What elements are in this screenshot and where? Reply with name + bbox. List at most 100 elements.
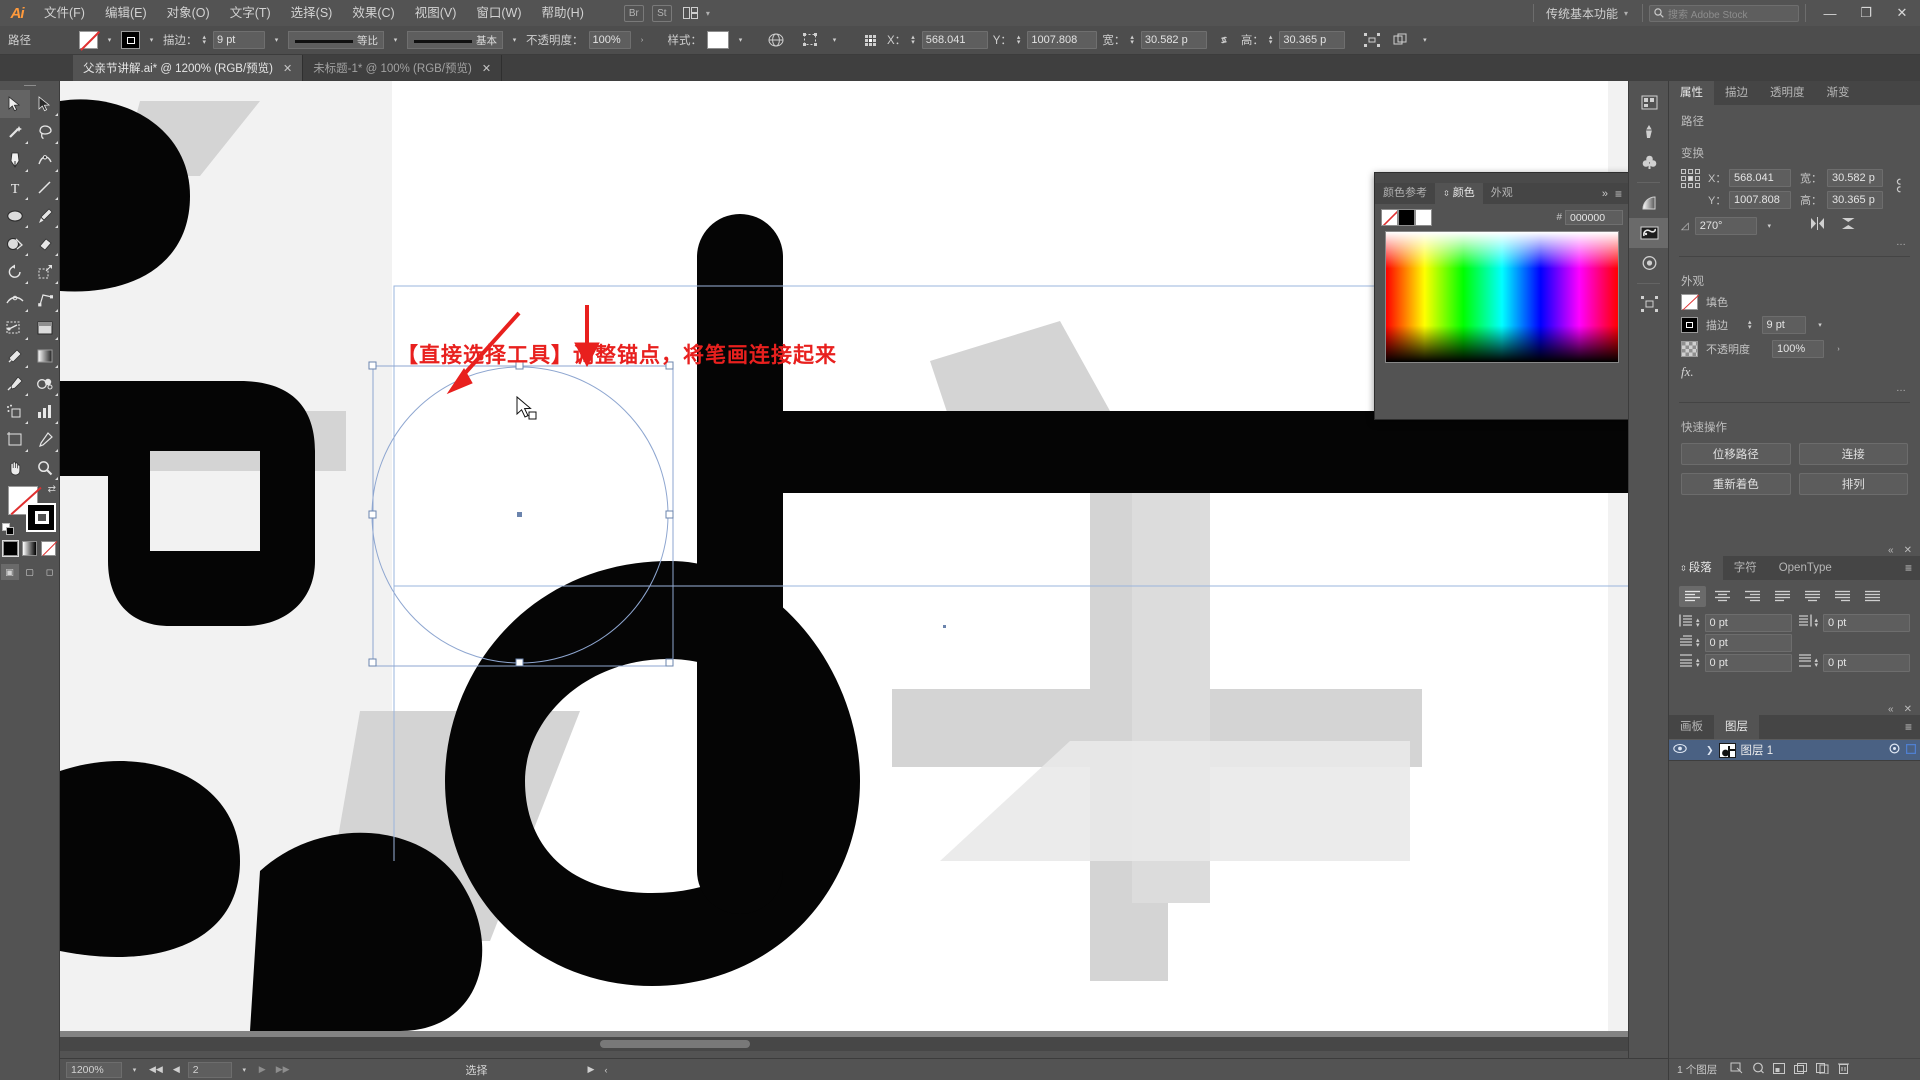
brushes-icon[interactable] bbox=[1629, 117, 1669, 147]
layers-collapse-icon[interactable]: « bbox=[1888, 704, 1894, 715]
canvas-horizontal-scrollbar[interactable] bbox=[60, 1037, 1654, 1051]
color-panel-expand-icon[interactable]: » bbox=[1602, 188, 1608, 200]
color-guide-icon[interactable] bbox=[1629, 248, 1669, 278]
stroke-color-swatch[interactable] bbox=[26, 503, 56, 532]
transform-more-options[interactable]: … bbox=[1669, 237, 1920, 248]
first-artboard-button[interactable]: ◀◀ bbox=[147, 1064, 165, 1075]
paragraph-collapse-icon[interactable]: « bbox=[1888, 545, 1894, 556]
layers-panel-menu-icon[interactable]: ≡ bbox=[1897, 715, 1920, 739]
ellipse-tool[interactable] bbox=[0, 202, 30, 230]
fill-chevron-down-icon[interactable]: ▾ bbox=[103, 31, 116, 49]
artboard-chevron-down-icon[interactable]: ▾ bbox=[238, 1061, 251, 1079]
appearance-stroke-chevron-down-icon[interactable]: ▾ bbox=[1814, 316, 1827, 334]
menu-file[interactable]: 文件(F) bbox=[34, 0, 95, 26]
arrange-chevron-down-icon[interactable]: ▾ bbox=[706, 9, 718, 18]
status-text[interactable]: 选择 bbox=[466, 1062, 488, 1078]
prev-artboard-button[interactable]: ◀ bbox=[171, 1064, 182, 1075]
hex-input[interactable]: 000000 bbox=[1565, 210, 1623, 225]
appearance-stroke-input[interactable]: 9 pt bbox=[1761, 316, 1806, 334]
indent-first-stepper[interactable]: ▴ ▾ bbox=[1696, 637, 1700, 649]
appearance-opacity-input[interactable]: 100% bbox=[1772, 340, 1824, 358]
stroke-profile-select[interactable]: 等比 bbox=[288, 31, 385, 49]
close-button[interactable]: ✕ bbox=[1884, 0, 1920, 26]
props-unlink-icon[interactable] bbox=[1892, 169, 1908, 194]
workspace-switcher[interactable]: 传统基本功能 bbox=[1540, 5, 1624, 22]
stroke-weight-input[interactable]: 9 pt bbox=[213, 31, 266, 49]
curvature-tool[interactable] bbox=[30, 146, 60, 174]
stroke-profile-chevron-down-icon[interactable]: ▾ bbox=[389, 31, 402, 49]
transform-chevron-down-icon[interactable]: ▾ bbox=[828, 31, 841, 49]
space-after-input[interactable]: 0 pt bbox=[1823, 654, 1910, 672]
offset-path-button[interactable]: 位移路径 bbox=[1681, 443, 1791, 465]
angle-chevron-down-icon[interactable]: ▾ bbox=[1763, 217, 1776, 235]
mesh-tool[interactable] bbox=[0, 342, 30, 370]
tab-color[interactable]: ⇳ 颜色 bbox=[1435, 183, 1483, 204]
stroke-weight-chevron-down-icon[interactable]: ▾ bbox=[270, 31, 283, 49]
indent-right-stepper[interactable]: ▴ ▾ bbox=[1815, 617, 1819, 629]
align-right-button[interactable] bbox=[1739, 586, 1766, 607]
selection-tool[interactable] bbox=[0, 90, 30, 118]
y-input[interactable]: 1007.808 bbox=[1027, 31, 1098, 49]
color-spectrum-picker[interactable] bbox=[1385, 231, 1619, 363]
recolor-button[interactable]: 重新着色 bbox=[1681, 473, 1791, 495]
menu-type[interactable]: 文字(T) bbox=[220, 0, 281, 26]
opacity-input[interactable]: 100% bbox=[588, 31, 631, 49]
justify-last-right-button[interactable] bbox=[1829, 586, 1856, 607]
white-swatch[interactable] bbox=[1415, 209, 1432, 226]
join-button[interactable]: 连接 bbox=[1798, 443, 1908, 465]
w-stepper[interactable]: ▴ ▾ bbox=[1130, 34, 1134, 46]
layer-name[interactable]: 图层 1 bbox=[1741, 742, 1774, 758]
swap-fill-stroke-icon[interactable]: ⇄ bbox=[48, 484, 56, 495]
color-panel-drag-handle[interactable] bbox=[1375, 173, 1629, 183]
tab-opentype[interactable]: OpenType bbox=[1768, 556, 1843, 580]
style-chevron-down-icon[interactable]: ▾ bbox=[734, 31, 747, 49]
stroke-chevron-down-icon[interactable]: ▾ bbox=[145, 31, 158, 49]
arrange-button[interactable]: 排列 bbox=[1798, 473, 1908, 495]
appearance-opacity-swatch[interactable] bbox=[1681, 341, 1698, 357]
stock-search-input[interactable]: 搜索 Adobe Stock bbox=[1649, 4, 1799, 22]
magic-wand-tool[interactable] bbox=[0, 118, 30, 146]
workspace-chevron-down-icon[interactable]: ▾ bbox=[1624, 9, 1636, 18]
tab-character[interactable]: 字符 bbox=[1723, 556, 1768, 580]
scale-tool[interactable] bbox=[30, 258, 60, 286]
eraser-tool[interactable] bbox=[30, 230, 60, 258]
paragraph-close-icon[interactable]: ✕ bbox=[1904, 545, 1912, 556]
tab-close-icon-2[interactable]: ✕ bbox=[482, 62, 491, 75]
default-fill-stroke-icon[interactable] bbox=[2, 523, 15, 536]
opacity-mask-icon[interactable] bbox=[764, 30, 788, 51]
props-w-input[interactable]: 30.582 p bbox=[1827, 169, 1883, 187]
stock-icon[interactable]: St bbox=[651, 4, 672, 22]
props-y-input[interactable]: 1007.808 bbox=[1729, 191, 1791, 209]
x-input[interactable]: 568.041 bbox=[921, 31, 988, 49]
indent-first-input[interactable]: 0 pt bbox=[1704, 634, 1792, 652]
paintbrush-tool[interactable] bbox=[30, 202, 60, 230]
arrange-objects-icon[interactable] bbox=[1389, 30, 1413, 51]
direct-selection-tool[interactable] bbox=[30, 90, 60, 118]
menu-effect[interactable]: 效果(C) bbox=[342, 0, 404, 26]
appearance-stroke-swatch[interactable] bbox=[1681, 317, 1698, 333]
status-expand-icon[interactable]: ▶ bbox=[586, 1064, 597, 1075]
tab-paragraph[interactable]: ⇳ 段落 bbox=[1669, 556, 1723, 580]
angle-input[interactable]: 270° bbox=[1694, 217, 1757, 235]
props-x-input[interactable]: 568.041 bbox=[1729, 169, 1791, 187]
color-mode-icon[interactable] bbox=[2, 540, 19, 557]
tab-artboards[interactable]: 画板 bbox=[1669, 715, 1714, 739]
color-panel-menu-icon[interactable]: ≡ bbox=[1615, 187, 1622, 201]
toolbar-drag-handle[interactable] bbox=[0, 81, 59, 90]
type-tool[interactable]: T bbox=[0, 174, 30, 202]
brush-chevron-down-icon[interactable]: ▾ bbox=[508, 31, 521, 49]
appearance-stroke-stepper[interactable]: ▴ ▾ bbox=[1748, 319, 1752, 331]
stroke-swatch[interactable] bbox=[121, 31, 140, 49]
next-artboard-button[interactable]: ▶ bbox=[257, 1064, 268, 1075]
chevron-right-icon[interactable]: ❯ bbox=[1706, 745, 1714, 756]
align-left-button[interactable] bbox=[1679, 586, 1706, 607]
justify-last-center-button[interactable] bbox=[1799, 586, 1826, 607]
tab-document-2[interactable]: 未标题-1* @ 100% (RGB/预览) ✕ bbox=[303, 55, 503, 81]
paragraph-panel-menu-icon[interactable]: ≡ bbox=[1897, 556, 1920, 580]
transform-each-icon[interactable] bbox=[799, 30, 823, 51]
menu-window[interactable]: 窗口(W) bbox=[466, 0, 531, 26]
tab-appearance[interactable]: 外观 bbox=[1483, 183, 1521, 204]
status-resize-icon[interactable]: ‹ bbox=[602, 1065, 609, 1075]
zoom-tool[interactable] bbox=[30, 454, 60, 482]
fill-swatch[interactable] bbox=[79, 31, 98, 49]
